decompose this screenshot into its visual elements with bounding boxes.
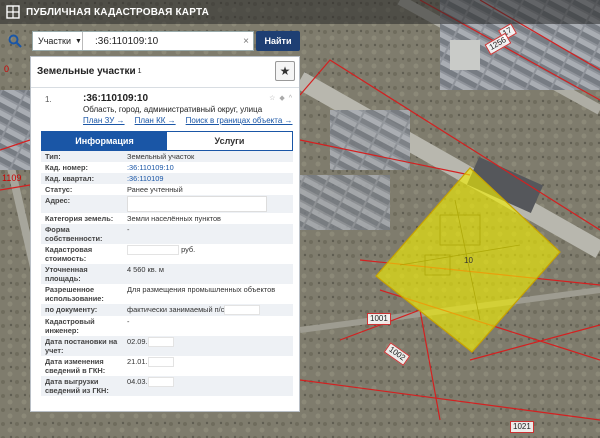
search-icon: [8, 34, 22, 48]
result-tools-icons[interactable]: ☆ ◆ ^: [269, 94, 293, 102]
table-row: Разрешенное использование: Для размещени…: [41, 284, 293, 304]
attr-value-text: 21.01.: [127, 357, 148, 367]
redacted-box: [224, 305, 261, 316]
attr-value: 04.03.: [123, 376, 293, 397]
result-cad-number[interactable]: :36:110109:10: [83, 93, 299, 104]
map-label-1021: 1021: [510, 421, 534, 433]
table-row: Кадастровый инженер: -: [41, 316, 293, 337]
attr-value: Ранее учтенный: [123, 184, 293, 195]
attr-value: -: [123, 316, 293, 337]
favorites-button[interactable]: ★: [275, 61, 295, 81]
plan-zu-link[interactable]: План ЗУ →: [83, 116, 125, 125]
attr-value: Для размещения промышленных объектов: [123, 284, 293, 304]
star-icon: ★: [279, 64, 291, 78]
attr-value-text: 04.03.: [127, 377, 148, 387]
redacted-box: [147, 377, 174, 388]
table-row: по документу: фактически занимаемый п/с: [41, 304, 293, 317]
results-panel: Земельные участки 1 ★ 1. :36:110109:10 О…: [30, 56, 300, 412]
clear-icon[interactable]: ×: [239, 36, 253, 47]
table-row: Тип: Земельный участок: [41, 151, 293, 162]
redacted-box: [147, 337, 174, 348]
table-row: Статус: Ранее учтенный: [41, 184, 293, 195]
attr-value: -: [123, 224, 293, 244]
attr-value: руб.: [123, 244, 293, 264]
plan-kk-link[interactable]: План КК →: [135, 116, 176, 125]
attr-key: Кад. номер:: [41, 162, 123, 173]
search-mode-value: Участки: [38, 36, 71, 46]
parcel-number-label: 10: [464, 256, 473, 265]
table-row: Форма собственности: -: [41, 224, 293, 244]
panel-title: Земельные участки: [37, 65, 136, 77]
redacted-box: [127, 245, 179, 256]
search-in-bounds-link[interactable]: Поиск в границах объекта →: [186, 116, 293, 125]
search-bar: Участки ▼ :36:110109:10 ×: [32, 31, 254, 51]
table-row: Кад. квартал: :36:110109: [41, 173, 293, 184]
attr-value-redacted: [123, 195, 293, 213]
map-label-1001: 1001: [367, 313, 391, 325]
attr-value-text: фактически занимаемый п/с: [127, 305, 225, 314]
attr-key: по документу:: [41, 304, 123, 317]
table-row: Дата постановки на учет: 02.09.: [41, 336, 293, 357]
attr-value-link[interactable]: :36:110109:10: [123, 162, 293, 173]
attr-key: Кадастровый инженер:: [41, 316, 123, 337]
map-label-1109: 1109: [2, 173, 22, 183]
table-row: Кад. номер: :36:110109:10: [41, 162, 293, 173]
search-toggle-button[interactable]: [2, 30, 28, 52]
result-links: План ЗУ → План КК → Поиск в границах объ…: [83, 116, 299, 125]
redacted-box: [127, 196, 267, 212]
result-item[interactable]: :36:110109:10 Область, город, администра…: [83, 93, 299, 125]
attr-key: Разрешенное использование:: [41, 284, 123, 304]
table-row: Категория земель: Земли населённых пункт…: [41, 213, 293, 224]
attr-key: Дата изменения сведений в ГКН:: [41, 356, 123, 377]
table-row: Дата изменения сведений в ГКН: 21.01.: [41, 356, 293, 377]
attr-key: Уточненная площадь:: [41, 264, 123, 284]
panel-header: Земельные участки 1 ★: [31, 57, 299, 85]
chevron-down-icon: ▼: [75, 37, 82, 45]
result-address: Область, город, административный округ, …: [83, 105, 263, 114]
result-index: 1.: [45, 95, 52, 104]
search-input[interactable]: :36:110109:10: [83, 36, 239, 47]
tab-information[interactable]: Информация: [42, 132, 167, 150]
attr-key: Категория земель:: [41, 213, 123, 224]
app-header: ПУБЛИЧНАЯ КАДАСТРОВАЯ КАРТА: [0, 0, 600, 24]
attr-key: Адрес:: [41, 195, 123, 213]
tab-services[interactable]: Услуги: [167, 132, 292, 150]
attr-value-link[interactable]: :36:110109: [123, 173, 293, 184]
result-tabs: Информация Услуги: [41, 131, 293, 151]
attributes-table: Тип: Земельный участок Кад. номер: :36:1…: [41, 151, 293, 397]
attr-value-text: 02.09.: [127, 337, 148, 347]
attr-key: Кадастровая стоимость:: [41, 244, 123, 264]
attr-key: Статус:: [41, 184, 123, 195]
attr-value: 02.09.: [123, 336, 293, 357]
attr-value: Земли населённых пунктов: [123, 213, 293, 224]
attr-value: 21.01.: [123, 356, 293, 377]
attr-value-unit: руб.: [181, 245, 196, 254]
result-count: 1: [137, 67, 142, 75]
app-title: ПУБЛИЧНАЯ КАДАСТРОВАЯ КАРТА: [26, 6, 210, 18]
map-label-0: 0: [4, 64, 10, 74]
search-mode-select[interactable]: Участки ▼: [33, 32, 83, 50]
attr-key: Дата выгрузки сведений из ГКН:: [41, 376, 123, 397]
attr-key: Форма собственности:: [41, 224, 123, 244]
attr-key: Тип:: [41, 151, 123, 162]
attr-value: 4 560 кв. м: [123, 264, 293, 284]
attr-value: фактически занимаемый п/с: [123, 304, 293, 317]
attr-key: Дата постановки на учет:: [41, 336, 123, 357]
panel-divider: [31, 87, 299, 88]
find-button[interactable]: Найти: [256, 31, 300, 51]
table-row: Кадастровая стоимость: руб.: [41, 244, 293, 264]
app-logo-icon[interactable]: [6, 5, 20, 19]
redacted-box: [147, 357, 174, 368]
table-row: Адрес:: [41, 195, 293, 213]
attr-value: Земельный участок: [123, 151, 293, 162]
table-row: Дата выгрузки сведений из ГКН: 04.03.: [41, 376, 293, 397]
table-row: Уточненная площадь: 4 560 кв. м: [41, 264, 293, 284]
attr-key: Кад. квартал:: [41, 173, 123, 184]
